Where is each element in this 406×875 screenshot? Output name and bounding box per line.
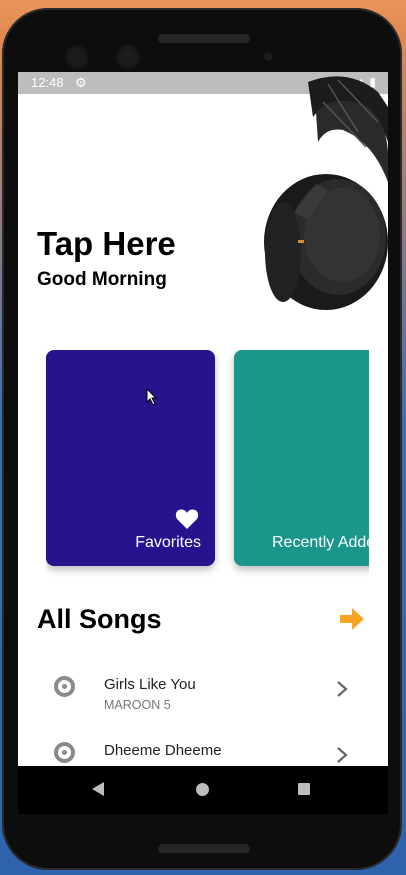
status-time: 12:48	[31, 75, 64, 90]
arrow-right-icon[interactable]	[340, 608, 364, 630]
heart-icon	[175, 509, 199, 529]
favorites-label: Favorites	[135, 534, 201, 551]
disc-icon	[54, 676, 75, 697]
system-nav-bar	[18, 766, 388, 814]
disc-icon	[54, 742, 75, 763]
song-title: Dheeme Dheeme	[104, 742, 222, 759]
proximity-sensor	[264, 52, 273, 61]
front-camera	[68, 48, 86, 66]
recently-added-card[interactable]: Recently Added	[234, 350, 369, 566]
recently-added-label: Recently Added	[272, 534, 369, 551]
recents-icon[interactable]	[298, 783, 310, 795]
favorites-card[interactable]: Favorites	[46, 350, 215, 566]
section-title: All Songs	[37, 604, 162, 634]
mouse-cursor-icon	[146, 388, 158, 406]
song-row[interactable]: Girls Like You MAROON 5	[18, 668, 388, 732]
song-artist: MAROON 5	[104, 698, 171, 712]
front-sensor	[119, 48, 137, 66]
bottom-speaker	[158, 844, 250, 853]
song-title: Girls Like You	[104, 676, 196, 693]
earpiece-speaker	[158, 34, 250, 43]
hero-title[interactable]: Tap Here	[37, 225, 176, 263]
category-cards: Favorites Recently Added	[46, 350, 369, 580]
back-icon[interactable]	[92, 782, 104, 796]
chevron-right-icon	[337, 681, 348, 697]
gear-icon: ⚙	[75, 75, 87, 90]
app-screen: 12:48 ⚙ ▼ ◢ ▮ Tap Here Good Morning Favo…	[18, 72, 388, 814]
headphone-image	[264, 76, 388, 310]
greeting-text: Good Morning	[37, 269, 167, 290]
home-icon[interactable]	[196, 783, 209, 796]
chevron-right-icon	[337, 747, 348, 763]
